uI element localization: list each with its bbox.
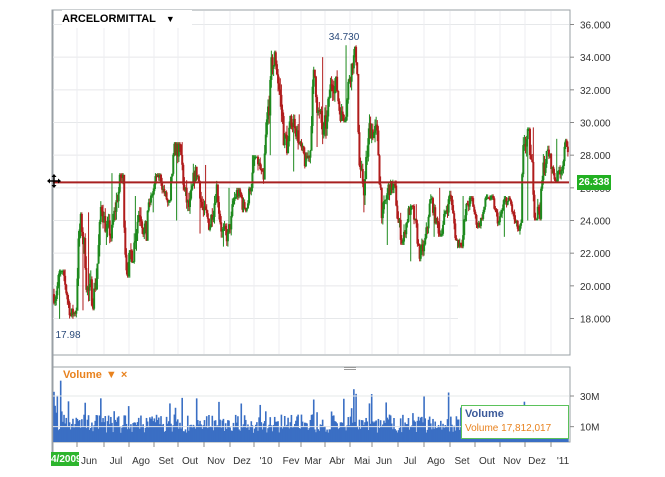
date-tick-label: Mai xyxy=(354,456,370,467)
candle-body xyxy=(146,210,149,241)
date-tick-label: Fev xyxy=(283,456,300,467)
price-tick-label: 30.000 xyxy=(580,119,611,130)
candle-body xyxy=(141,221,144,228)
price-annotation: 34.730 xyxy=(329,32,360,43)
date-tick-label: Ago xyxy=(427,456,445,467)
candle-body xyxy=(379,184,382,188)
triangle-down-icon[interactable]: ▼ xyxy=(106,369,117,381)
volume-panel-header: Volume ▼ × xyxy=(63,368,128,382)
date-tick-label: '11 xyxy=(557,456,570,467)
date-tick-label: Jun xyxy=(376,456,392,467)
current-price-badge: 26.338 xyxy=(577,175,611,190)
candle-body xyxy=(98,221,101,246)
price-tick-label: 24.000 xyxy=(580,217,611,228)
candle-body xyxy=(108,220,111,236)
candle-body xyxy=(213,203,216,218)
candle-body xyxy=(449,194,452,196)
candle-body xyxy=(264,134,267,154)
volume-indicator-label[interactable]: Volume xyxy=(63,369,102,381)
triangle-down-icon[interactable]: ▼ xyxy=(166,14,175,24)
candle-body xyxy=(288,127,291,142)
date-tick-label: Set xyxy=(454,456,469,467)
price-tick-label: 34.000 xyxy=(580,53,611,64)
candle-body xyxy=(172,154,175,174)
stock-chart: 36.00034.00032.00030.00028.00026.00024.0… xyxy=(51,9,611,467)
chart-stage: 36.00034.00032.00030.00028.00026.00024.0… xyxy=(0,0,665,472)
candle-body xyxy=(64,275,67,285)
date-tick-label: Nov xyxy=(207,456,225,467)
candle-body xyxy=(566,146,569,153)
candle-body xyxy=(243,202,246,208)
date-tick-label: Out xyxy=(182,456,198,467)
candle-body xyxy=(355,46,358,63)
candle-body xyxy=(263,153,266,180)
candle-body xyxy=(336,76,339,92)
candle-body xyxy=(328,97,331,99)
candle-body xyxy=(413,205,416,220)
candle-body xyxy=(534,217,537,219)
candle-body xyxy=(230,216,233,230)
candle-body xyxy=(377,130,380,156)
date-tick-label: Set xyxy=(158,456,173,467)
date-tick-label: Dez xyxy=(528,456,546,467)
candle-body xyxy=(427,216,430,229)
candle-body xyxy=(309,150,312,158)
candle-body xyxy=(136,221,139,234)
ticker-selector[interactable]: ARCELORMITTAL ▼ xyxy=(62,10,192,28)
candle-body xyxy=(520,222,523,226)
move-cursor-icon[interactable] xyxy=(47,174,61,188)
candle-body xyxy=(191,185,194,190)
price-tick-label: 32.000 xyxy=(580,86,611,97)
candle-body xyxy=(96,263,99,279)
candle-body xyxy=(75,310,78,314)
candle-body xyxy=(463,220,466,236)
ticker-label: ARCELORMITTAL xyxy=(62,13,156,25)
close-x-icon[interactable]: × xyxy=(121,369,127,381)
date-tick-label: Out xyxy=(479,456,495,467)
date-tick-label: Ago xyxy=(132,456,150,467)
candle-body xyxy=(251,172,254,189)
volume-tick-label: 30M xyxy=(580,392,599,403)
candle-body xyxy=(131,250,134,263)
date-tick-label: Mar xyxy=(304,456,322,467)
candle-body xyxy=(532,161,535,195)
candle-body xyxy=(347,81,350,100)
candle-body xyxy=(206,213,209,219)
date-tick-label: Nov xyxy=(503,456,521,467)
date-tick-label: '10 xyxy=(259,456,272,467)
candle-body xyxy=(465,203,468,216)
tooltip-title: Volume xyxy=(465,408,504,420)
candle-body xyxy=(511,204,514,212)
price-tick-label: 22.000 xyxy=(580,249,611,260)
price-annotation: 17.98 xyxy=(55,330,80,341)
candle-body xyxy=(357,73,360,133)
panel-resize-handle[interactable] xyxy=(343,359,357,370)
candle-body xyxy=(540,188,543,219)
volume-tooltip: Volume Volume 17,812,017 xyxy=(461,405,569,439)
date-axis-ticks: Jun Jul Ago Set Out Nov Dez '10 Fev Mar Abr Mai Jun J… xyxy=(76,442,570,467)
price-tick-label: 28.000 xyxy=(580,151,611,162)
candle-body xyxy=(356,62,359,74)
candle-body xyxy=(428,203,431,217)
price-tick-label: 20.000 xyxy=(580,282,611,293)
date-tick-label: Dez xyxy=(233,456,251,467)
range-start-label[interactable]: 4/2009 xyxy=(51,452,79,466)
date-tick-label: Jun xyxy=(81,456,97,467)
candle-body xyxy=(313,69,316,77)
price-axis-ticks: 36.00034.00032.00030.00028.00026.00024.0… xyxy=(570,21,611,326)
candle-body xyxy=(314,76,317,98)
candle-body xyxy=(442,224,445,234)
price-tick-label: 18.000 xyxy=(580,315,611,326)
volume-tick-label: 10M xyxy=(580,423,599,434)
date-tick-label: Jul xyxy=(110,456,123,467)
date-tick-label: Abr xyxy=(329,456,345,467)
tooltip-value: Volume 17,812,017 xyxy=(465,423,552,434)
date-tick-label: Jul xyxy=(404,456,417,467)
candle-body xyxy=(190,189,193,199)
candle-body xyxy=(545,151,548,164)
price-tick-label: 36.000 xyxy=(580,21,611,32)
grip-icon xyxy=(344,367,356,370)
